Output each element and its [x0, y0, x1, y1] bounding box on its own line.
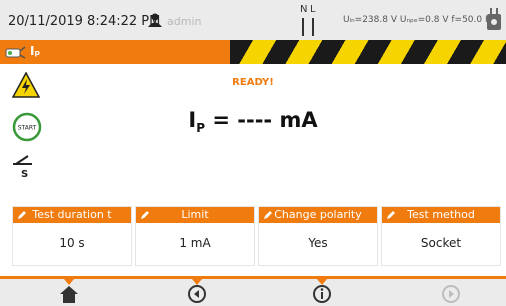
user-icon	[148, 13, 162, 27]
param-test-duration[interactable]: Test duration t 10 s	[12, 206, 132, 266]
param-value: 1 mA	[179, 236, 211, 250]
param-label: Test duration t	[32, 208, 112, 221]
back-icon[interactable]	[186, 284, 208, 304]
title-banner: Iₚ	[0, 40, 506, 64]
status-text: READY!	[232, 77, 274, 88]
phase-l-label: L	[310, 4, 316, 15]
parameter-panel: Test duration t 10 s Limit 1 mA Change p…	[12, 206, 502, 266]
param-value: Socket	[420, 236, 462, 250]
reading-value: = ---- mA	[205, 108, 318, 132]
page-title: Iₚ	[30, 44, 41, 58]
phase-indicator: N L	[298, 4, 328, 36]
edit-icon	[387, 211, 395, 219]
phase-n-label: N	[300, 4, 308, 15]
bottom-toolbar	[0, 276, 506, 306]
user-name: admin	[167, 15, 202, 28]
reading-subscript: P	[196, 121, 206, 136]
switch-s-icon: S	[13, 155, 32, 178]
param-test-method[interactable]: Test method Socket	[381, 206, 501, 266]
edit-icon	[264, 211, 272, 219]
param-value: 10 s	[59, 236, 85, 250]
edit-icon	[141, 211, 149, 219]
param-limit[interactable]: Limit 1 mA	[135, 206, 255, 266]
info-icon[interactable]	[311, 284, 333, 304]
param-label: Change polarity	[274, 208, 362, 221]
hazard-stripes	[230, 40, 506, 64]
status-bar: 20/11/2019 8:24:22 PM admin N L Uₗₙ=238.…	[0, 0, 506, 40]
home-icon[interactable]	[58, 284, 80, 304]
svg-text:S: S	[21, 169, 28, 178]
forward-icon[interactable]	[440, 284, 462, 304]
plug-icon	[487, 8, 501, 30]
edit-icon	[18, 211, 26, 219]
param-change-polarity[interactable]: Change polarity Yes	[258, 206, 378, 266]
param-label: Test method	[407, 208, 475, 221]
param-value: Yes	[308, 236, 328, 250]
leakage-probe-icon	[5, 46, 26, 59]
measurement-reading: IP = ---- mA	[0, 108, 506, 135]
datetime: 20/11/2019 8:24:22 PM	[8, 14, 161, 29]
voltage-readout: Uₗₙ=238.8 V Uₙₚₑ=0.8 V f=50.0 Hz	[343, 15, 497, 25]
param-label: Limit	[181, 208, 209, 221]
